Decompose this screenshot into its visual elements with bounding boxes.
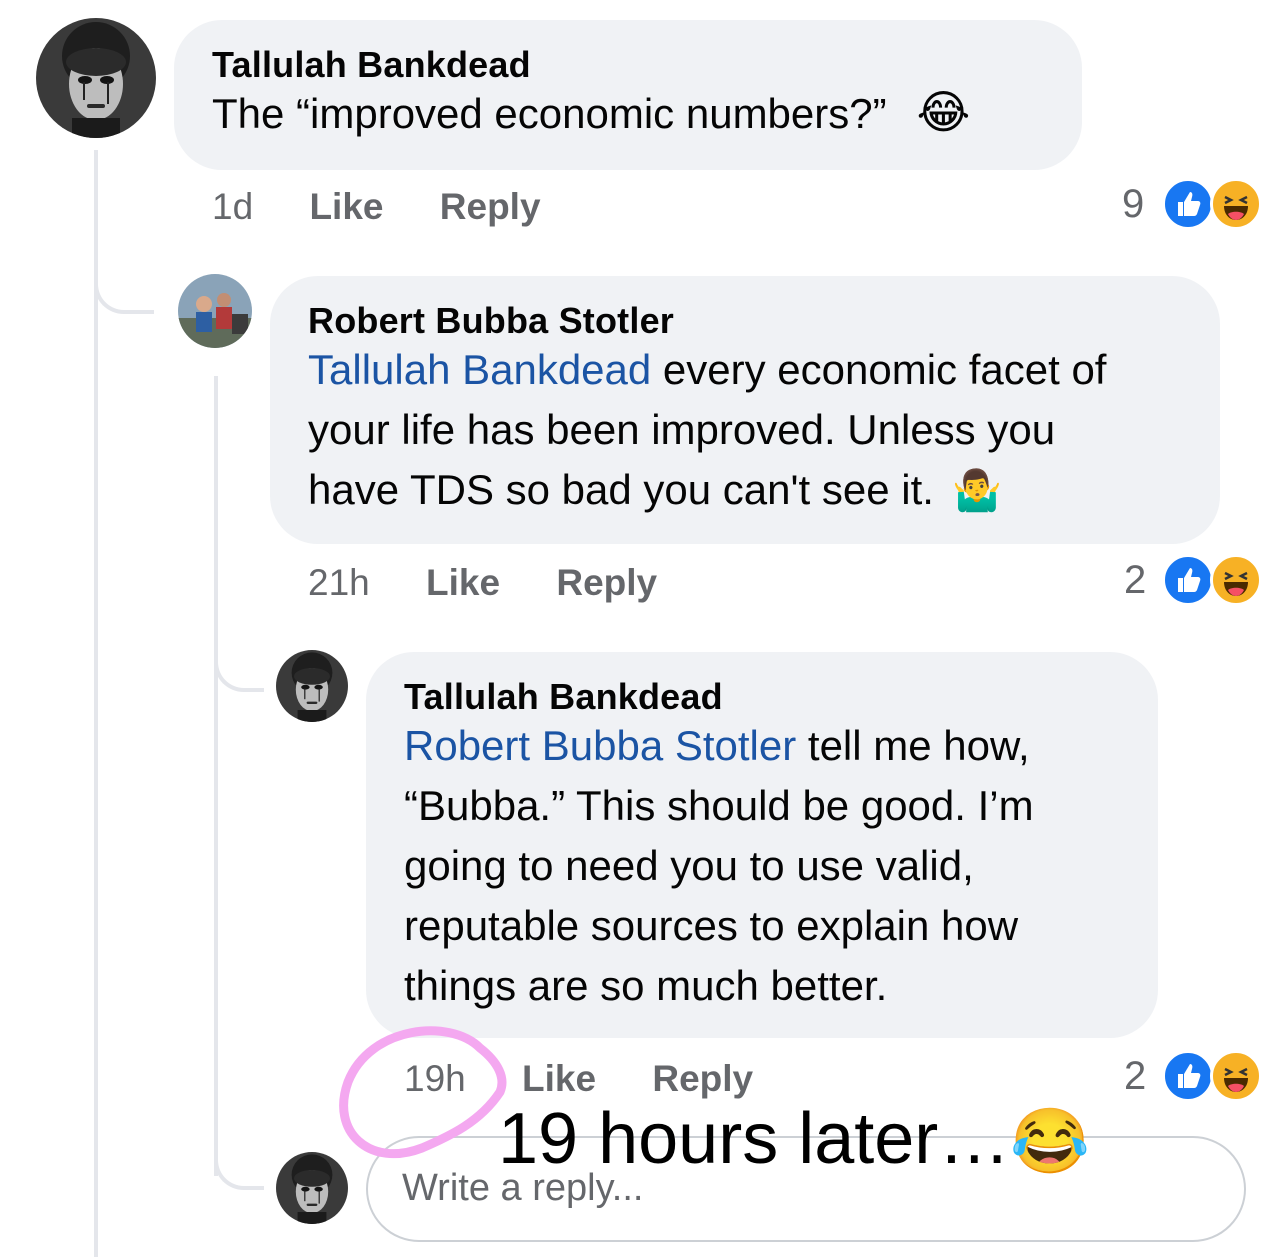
comment-text: “Bubba.” This should be good. I’m xyxy=(404,782,1034,829)
emoji-joy: 😂 xyxy=(1010,1105,1090,1177)
comment-bubble-1: Tallulah Bankdead The “improved economic… xyxy=(174,20,1082,170)
like-button[interactable]: Like xyxy=(426,562,500,603)
thread-connector-3 xyxy=(214,1090,264,1190)
like-reaction-icon xyxy=(1162,178,1214,230)
comment-text: have TDS so bad you can't see it. xyxy=(308,466,934,513)
haha-reaction-icon xyxy=(1210,178,1262,230)
mention-link[interactable]: Robert Bubba Stotler xyxy=(404,722,796,769)
comment-text: reputable sources to explain how xyxy=(404,902,1019,949)
like-button[interactable]: Like xyxy=(309,186,383,227)
emoji-joy: 😂 xyxy=(916,86,971,138)
comment-author[interactable]: Robert Bubba Stotler xyxy=(308,300,1220,342)
avatar-tallulah[interactable] xyxy=(276,650,348,722)
comment-author[interactable]: Tallulah Bankdead xyxy=(212,44,1082,86)
reply-button[interactable]: Reply xyxy=(652,1058,753,1099)
timestamp[interactable]: 1d xyxy=(212,186,253,227)
avatar-robert[interactable] xyxy=(178,274,252,348)
like-reaction-icon xyxy=(1162,554,1214,606)
thread-line-main xyxy=(94,150,98,1257)
comment-text: things are so much better. xyxy=(404,962,888,1009)
reaction-count: 2 xyxy=(1124,558,1147,602)
reply-button[interactable]: Reply xyxy=(556,562,657,603)
mention-link[interactable]: Tallulah Bankdead xyxy=(308,346,651,393)
comment-author[interactable]: Tallulah Bankdead xyxy=(404,676,1158,718)
reaction-count: 9 xyxy=(1122,182,1145,226)
thread-connector-2 xyxy=(214,600,264,692)
highlight-circle xyxy=(339,1026,507,1158)
haha-reaction-icon xyxy=(1210,554,1262,606)
comment-actions-2: 21h Like Reply xyxy=(308,562,657,604)
thread-connector-1 xyxy=(94,150,154,314)
annotation-caption: 19 hours later… xyxy=(498,1099,1011,1179)
comment-text: every economic facet of xyxy=(651,346,1107,393)
haha-reaction-icon xyxy=(1210,1050,1262,1102)
emoji-shrug: 🤷‍♂️ xyxy=(951,469,1002,513)
like-button[interactable]: Like xyxy=(522,1058,596,1099)
reaction-count: 2 xyxy=(1124,1054,1147,1098)
annotation-text: 19 hours later…😂 xyxy=(498,1098,1090,1180)
like-reaction-icon xyxy=(1162,1050,1214,1102)
comment-text: tell me how, xyxy=(796,722,1030,769)
comment-actions-1: 1d Like Reply xyxy=(212,186,541,228)
thread-line-sub xyxy=(214,376,218,1176)
comment-text: The “improved economic numbers?” xyxy=(212,90,887,137)
avatar-tallulah[interactable] xyxy=(36,18,156,138)
comment-bubble-2: Robert Bubba Stotler Tallulah Bankdead e… xyxy=(270,276,1220,544)
reply-button[interactable]: Reply xyxy=(440,186,541,227)
comment-text: your life has been improved. Unless you xyxy=(308,406,1056,453)
comment-text: going to need you to use valid, xyxy=(404,842,974,889)
comment-bubble-3: Tallulah Bankdead Robert Bubba Stotler t… xyxy=(366,652,1158,1038)
timestamp[interactable]: 21h xyxy=(308,562,370,603)
